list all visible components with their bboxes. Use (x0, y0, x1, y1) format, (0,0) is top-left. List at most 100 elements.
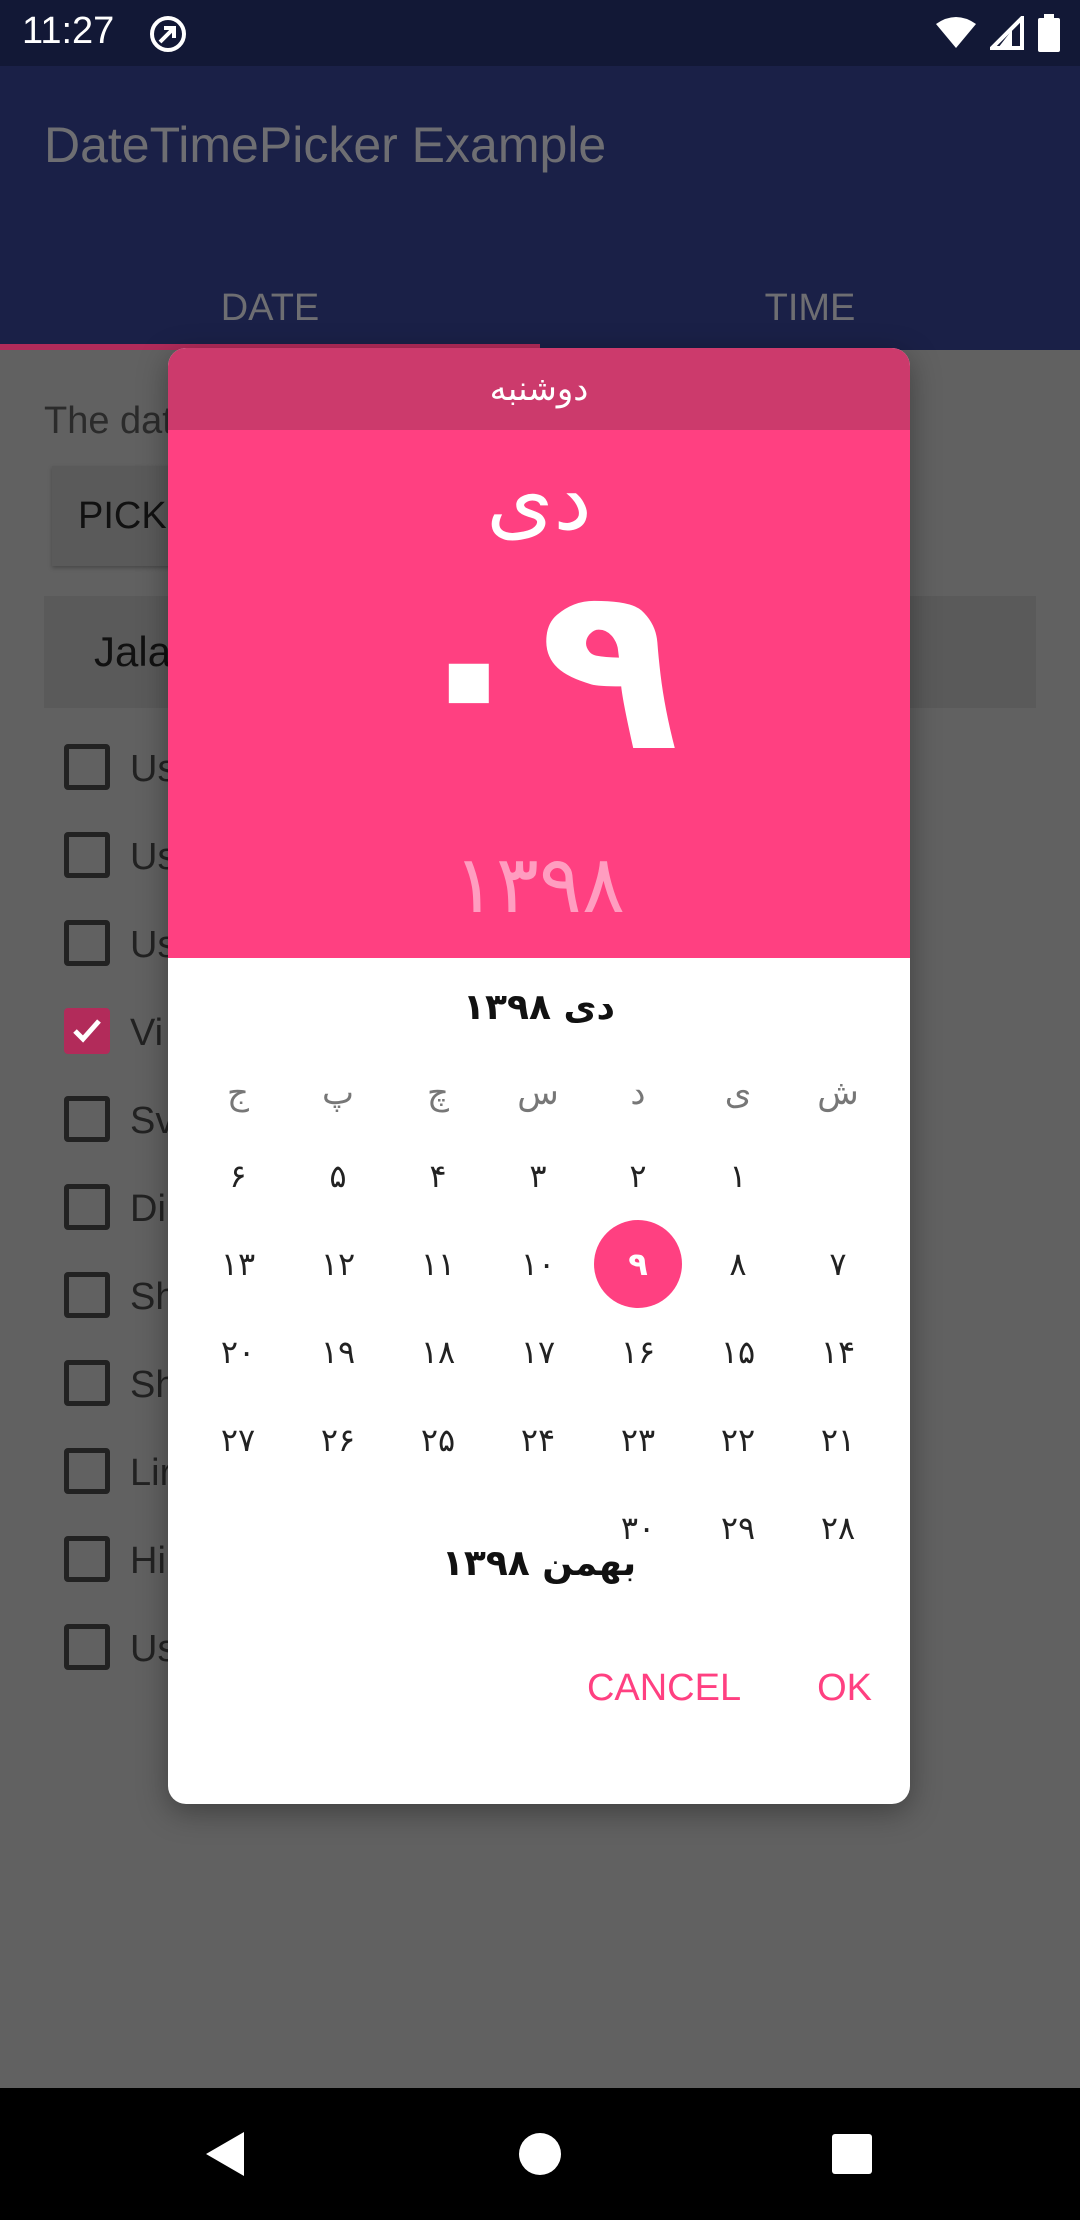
back-icon[interactable] (200, 2128, 252, 2180)
dialog-day[interactable]: ۰۹ (168, 540, 910, 800)
calendar-day[interactable]: ۲۷ (188, 1396, 288, 1484)
calendar-day[interactable]: ۱۳ (188, 1220, 288, 1308)
weekday-header: ش (817, 1073, 859, 1113)
weekday-header: پ (321, 1073, 354, 1113)
dialog-header: دی ۰۹ ۱۳۹۸ (168, 430, 910, 958)
calendar-day-label: ۳ (529, 1157, 547, 1195)
calendar-day-label: ۲۱ (820, 1421, 856, 1459)
navigation-bar (0, 2088, 1080, 2220)
calendar-day-label: ۲۲ (720, 1421, 756, 1459)
calendar-day-label: ۱۴ (820, 1333, 856, 1371)
calendar-day[interactable]: ۶ (188, 1132, 288, 1220)
calendar-day[interactable]: ۲۶ (288, 1396, 388, 1484)
checkbox-label: Lir (130, 1452, 173, 1494)
calendar-week-row: ۲۰ ۱۹ ۱۸ ۱۷ ۱۶ ۱۵ ۱۴ (188, 1308, 888, 1396)
calendar-day[interactable]: ۱۴ (788, 1308, 888, 1396)
calendar-day[interactable]: ۱۰ (488, 1220, 588, 1308)
weekday-header: ج (227, 1073, 249, 1113)
calendar-day[interactable]: ۱ (688, 1132, 788, 1220)
tab-time[interactable]: TIME (540, 266, 1080, 350)
calendar-day-selected[interactable]: ۹ (588, 1220, 688, 1308)
calendar-day[interactable]: ۲۵ (388, 1396, 488, 1484)
calendar-day-label: ۲ (629, 1157, 647, 1195)
app-notification-icon (150, 16, 186, 52)
dialog-actions: CANCEL OK (549, 1648, 910, 1728)
calendar-day[interactable]: ۸ (688, 1220, 788, 1308)
checkbox-option[interactable] (64, 1624, 110, 1670)
checkmark-icon (73, 1019, 101, 1043)
recents-icon[interactable] (826, 2128, 878, 2180)
dialog-weekday: دوشنبه (168, 348, 910, 430)
weekday-header: د (630, 1073, 646, 1113)
calendar-day[interactable]: ۲ (588, 1132, 688, 1220)
calendar-empty-cell (788, 1132, 888, 1220)
calendar-day[interactable]: ۱۶ (588, 1308, 688, 1396)
checkbox-option[interactable] (64, 1184, 110, 1230)
checkbox-option-checked[interactable] (64, 1008, 110, 1054)
calendar-week-row: ۱۳ ۱۲ ۱۱ ۱۰ ۹ ۸ ۷ (188, 1220, 888, 1308)
calendar-day-label: ۲۵ (420, 1421, 456, 1459)
calendar-day-label: ۷ (829, 1245, 847, 1283)
calendar-grid: ج پ چ س د ی ش ۶ ۵ ۴ ۳ ۲ ۱ ۱۳ ۱۲ ۱۱ ۱۰ ۹ ۸ ۷ ۲۰ ۱۹ ۱۸ ۱۷ ۱۶ ۱۵ ۱۴ ۲۷… (188, 1058, 888, 1572)
weekday-header: س (517, 1073, 559, 1113)
calendar-day-label: ۱ (729, 1157, 747, 1195)
calendar-day[interactable]: ۱۷ (488, 1308, 588, 1396)
calendar-day[interactable]: ۱۱ (388, 1220, 488, 1308)
calendar-day-label: ۱۷ (520, 1333, 556, 1371)
calendar-day[interactable]: ۴ (388, 1132, 488, 1220)
calendar-day[interactable]: ۲۰ (188, 1308, 288, 1396)
calendar-day-label: ۱۸ (420, 1333, 456, 1371)
calendar-week-row: ۶ ۵ ۴ ۳ ۲ ۱ (188, 1132, 888, 1220)
wifi-icon (936, 17, 976, 48)
calendar-day[interactable]: ۷ (788, 1220, 888, 1308)
signal-icon (990, 16, 1024, 50)
checkbox-option[interactable] (64, 1096, 110, 1142)
checkbox-option[interactable] (64, 920, 110, 966)
calendar-day-label: ۱۵ (720, 1333, 756, 1371)
checkbox-label: Hi (130, 1540, 166, 1582)
status-bar: 11:27 (0, 0, 1080, 66)
calendar-day-label: ۲۰ (220, 1333, 256, 1371)
calendar-day[interactable]: ۲۲ (688, 1396, 788, 1484)
weekday-header: ی (724, 1073, 752, 1113)
calendar-day[interactable]: ۱۵ (688, 1308, 788, 1396)
checkbox-option[interactable] (64, 1272, 110, 1318)
tab-bar: DATE TIME (0, 266, 1080, 350)
calendar-day[interactable]: ۱۸ (388, 1308, 488, 1396)
checkbox-option[interactable] (64, 832, 110, 878)
calendar-day-label: ۸ (729, 1245, 747, 1283)
calendar-day[interactable]: ۲۴ (488, 1396, 588, 1484)
tab-date[interactable]: DATE (0, 266, 540, 350)
checkbox-option[interactable] (64, 744, 110, 790)
calendar-day-label: ۹ (628, 1245, 648, 1283)
calendar-day-label: ۱۳ (220, 1245, 256, 1283)
calendar-day-label: ۵ (329, 1157, 347, 1195)
calendar-day[interactable]: ۵ (288, 1132, 388, 1220)
app-title: DateTimePicker Example (44, 117, 607, 173)
checkbox-option[interactable] (64, 1360, 110, 1406)
calendar-day[interactable]: ۱۹ (288, 1308, 388, 1396)
status-icons (936, 12, 1060, 54)
checkbox-option[interactable] (64, 1448, 110, 1494)
calendar-day-label: ۱۲ (320, 1245, 356, 1283)
cancel-button[interactable]: CANCEL (549, 1648, 779, 1728)
next-month-title: بهمن ۱۳۹۸ (441, 1543, 637, 1584)
calendar-day-label: ۲۳ (620, 1421, 656, 1459)
battery-icon (1038, 14, 1060, 52)
status-time: 11:27 (22, 10, 115, 52)
weekday-header-row: جپچسدیش (188, 1058, 888, 1128)
checkbox-label: Di (130, 1188, 166, 1230)
calendar-day[interactable]: ۳ (488, 1132, 588, 1220)
app-bar: DateTimePicker Example DATE TIME (0, 66, 1080, 350)
ok-button[interactable]: OK (779, 1648, 910, 1728)
calendar-day[interactable]: ۲۳ (588, 1396, 688, 1484)
calendar-week-row: ۲۷ ۲۶ ۲۵ ۲۴ ۲۳ ۲۲ ۲۱ (188, 1396, 888, 1484)
calendar-day-label: ۱۰ (520, 1245, 556, 1283)
calendar-day[interactable]: ۱۲ (288, 1220, 388, 1308)
calendar-day-label: ۲۷ (220, 1421, 256, 1459)
calendar-day-label: ۱۹ (320, 1333, 356, 1371)
calendar-day[interactable]: ۲۱ (788, 1396, 888, 1484)
home-icon[interactable] (514, 2128, 566, 2180)
dialog-year[interactable]: ۱۳۹۸ (168, 830, 910, 940)
checkbox-option[interactable] (64, 1536, 110, 1582)
